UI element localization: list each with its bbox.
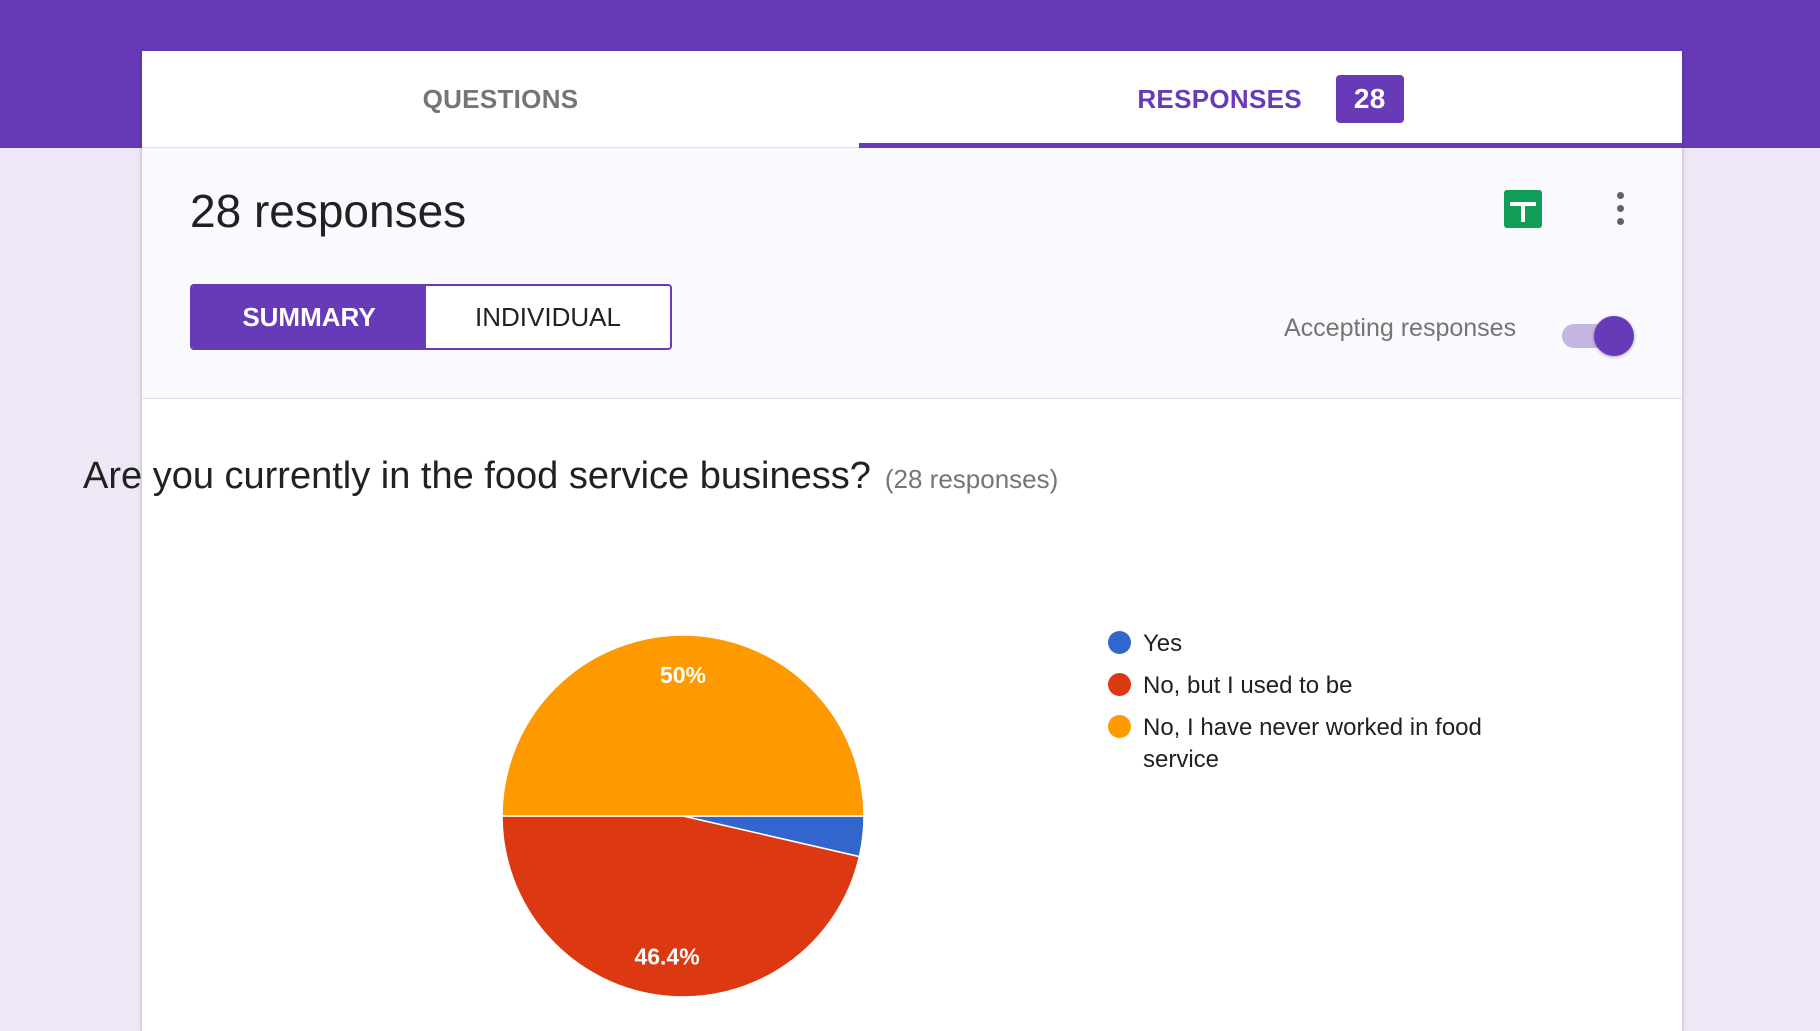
- pie-chart: 46.4% 50%: [501, 634, 865, 998]
- accepting-responses-label: Accepting responses: [1284, 314, 1517, 342]
- more-vert-icon[interactable]: [1610, 188, 1630, 230]
- legend-swatch: [1108, 715, 1131, 738]
- responses-card: QUESTIONS RESPONSES 28 28 responses SUMM…: [142, 51, 1682, 1031]
- responses-count-title: 28 responses: [190, 185, 467, 237]
- accepting-responses-toggle[interactable]: [1560, 314, 1636, 358]
- legend-swatch: [1108, 631, 1131, 654]
- legend-label: Yes: [1143, 630, 1183, 657]
- question-response-count: (28 responses): [884, 464, 1059, 494]
- question-text: Are you currently in the food service bu…: [83, 455, 871, 497]
- legend-label: No, I have never worked in food service: [1143, 714, 1482, 773]
- tab-questions-label: QUESTIONS: [422, 83, 579, 114]
- chart-legend: Yes No, but I used to be No, I have never …: [1108, 628, 1508, 786]
- question-heading: Are you currently in the food service bu…: [83, 455, 1058, 498]
- tab-responses-label: RESPONSES: [1137, 83, 1302, 114]
- legend-item: Yes: [1108, 628, 1508, 660]
- toggle-thumb: [1594, 316, 1634, 356]
- tab-bar: QUESTIONS RESPONSES 28: [142, 51, 1682, 148]
- individual-button[interactable]: INDIVIDUAL: [426, 286, 670, 348]
- pie-slice-label-1: 46.4%: [634, 943, 699, 969]
- responses-count-badge: 28: [1335, 75, 1404, 123]
- tab-questions[interactable]: QUESTIONS: [142, 51, 859, 147]
- summary-header: 28 responses SUMMARY INDIVIDUAL Acceptin…: [142, 148, 1682, 399]
- summary-button[interactable]: SUMMARY: [192, 286, 426, 348]
- legend-swatch: [1108, 673, 1131, 696]
- view-toggle: SUMMARY INDIVIDUAL: [190, 284, 672, 350]
- legend-item: No, but I used to be: [1108, 670, 1508, 702]
- tab-responses[interactable]: RESPONSES 28: [859, 51, 1682, 147]
- legend-item: No, I have never worked in food service: [1108, 712, 1508, 776]
- sheets-icon[interactable]: [1504, 190, 1542, 228]
- legend-label: No, but I used to be: [1143, 672, 1353, 699]
- pie-slice-label-2: 50%: [660, 662, 706, 688]
